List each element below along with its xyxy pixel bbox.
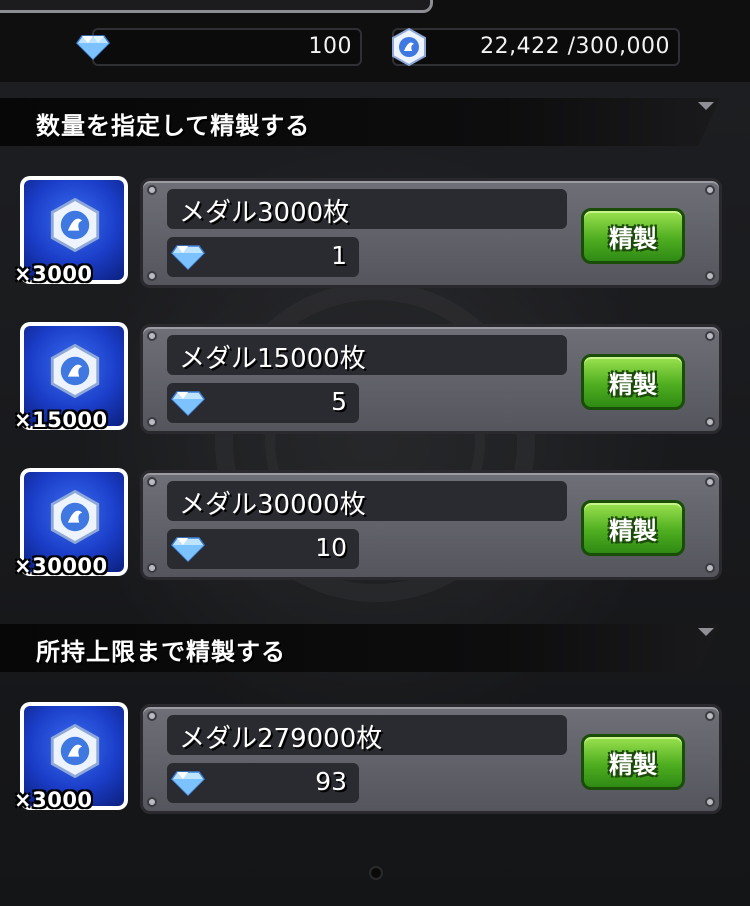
refine-panel: メダル3000枚 1 精製 bbox=[140, 178, 722, 288]
product-name: メダル15000枚 bbox=[179, 344, 366, 374]
diamond-gem-icon bbox=[171, 771, 205, 796]
gem-cost: 93 bbox=[315, 767, 347, 796]
medal-icon bbox=[392, 28, 426, 66]
refine-panel: メダル15000枚 5 精製 bbox=[140, 324, 722, 434]
section-header-specify-quantity: 数量を指定して精製する bbox=[0, 98, 720, 146]
diamond-gem-icon bbox=[76, 35, 110, 60]
medal-icon bbox=[50, 490, 100, 544]
product-name-bar: メダル30000枚 bbox=[167, 481, 567, 521]
top-frame-edge bbox=[0, 0, 433, 13]
product-name-bar: メダル3000枚 bbox=[167, 189, 567, 229]
pack-quantity: ×30000 bbox=[14, 554, 108, 578]
product-name: メダル3000枚 bbox=[179, 198, 350, 228]
gem-cost: 5 bbox=[331, 387, 347, 416]
medal-pack-icon: ×30000 bbox=[14, 468, 128, 578]
pack-quantity: ×3000 bbox=[14, 262, 93, 286]
refine-button-label: 精製 bbox=[609, 751, 657, 779]
medal-icon bbox=[50, 198, 100, 252]
refine-row: ×30000 メダル30000枚 10 精製 bbox=[0, 468, 750, 584]
page-indicator-dot bbox=[369, 866, 383, 880]
section-title: 所持上限まで精製する bbox=[36, 638, 286, 666]
refine-button[interactable]: 精製 bbox=[581, 354, 685, 410]
medal-pack-icon: ×3000 bbox=[14, 702, 128, 812]
cost-bar: 93 bbox=[167, 763, 359, 803]
refine-panel: メダル279000枚 93 精製 bbox=[140, 704, 722, 814]
diamond-gem-icon bbox=[171, 245, 205, 270]
refine-panel: メダル30000枚 10 精製 bbox=[140, 470, 722, 580]
medal-pack-icon: ×15000 bbox=[14, 322, 128, 432]
cost-bar: 5 bbox=[167, 383, 359, 423]
diamond-gem-icon bbox=[171, 537, 205, 562]
gem-balance-value: 100 bbox=[308, 34, 352, 59]
medal-balance-value: 22,422 /300,000 bbox=[480, 34, 670, 59]
corner-triangle-icon bbox=[698, 628, 714, 636]
product-name-bar: メダル15000枚 bbox=[167, 335, 567, 375]
diamond-gem-icon bbox=[171, 391, 205, 416]
corner-triangle-icon bbox=[698, 102, 714, 110]
medal-icon bbox=[50, 724, 100, 778]
refine-row: ×15000 メダル15000枚 5 精製 bbox=[0, 322, 750, 438]
refine-button[interactable]: 精製 bbox=[581, 208, 685, 264]
product-name: メダル30000枚 bbox=[179, 490, 366, 520]
cost-bar: 10 bbox=[167, 529, 359, 569]
medal-icon bbox=[50, 344, 100, 398]
product-name: メダル279000枚 bbox=[179, 724, 383, 754]
refine-button-label: 精製 bbox=[609, 225, 657, 253]
refine-button-label: 精製 bbox=[609, 517, 657, 545]
refine-row: ×3000 メダル279000枚 93 精製 bbox=[0, 702, 750, 818]
refine-button[interactable]: 精製 bbox=[581, 734, 685, 790]
medal-pack-icon: ×3000 bbox=[14, 176, 128, 286]
gem-cost: 1 bbox=[331, 241, 347, 270]
product-name-bar: メダル279000枚 bbox=[167, 715, 567, 755]
section-header-refine-to-max: 所持上限まで精製する bbox=[0, 624, 720, 672]
pack-quantity: ×15000 bbox=[14, 408, 108, 432]
refine-row: ×3000 メダル3000枚 1 精製 bbox=[0, 176, 750, 292]
refine-button[interactable]: 精製 bbox=[581, 500, 685, 556]
section-title: 数量を指定して精製する bbox=[36, 112, 311, 140]
pack-quantity: ×3000 bbox=[14, 788, 93, 812]
cost-bar: 1 bbox=[167, 237, 359, 277]
gem-cost: 10 bbox=[315, 533, 347, 562]
gem-balance: 100 bbox=[92, 28, 362, 66]
refine-button-label: 精製 bbox=[609, 371, 657, 399]
medal-balance: 22,422 /300,000 bbox=[392, 28, 680, 66]
